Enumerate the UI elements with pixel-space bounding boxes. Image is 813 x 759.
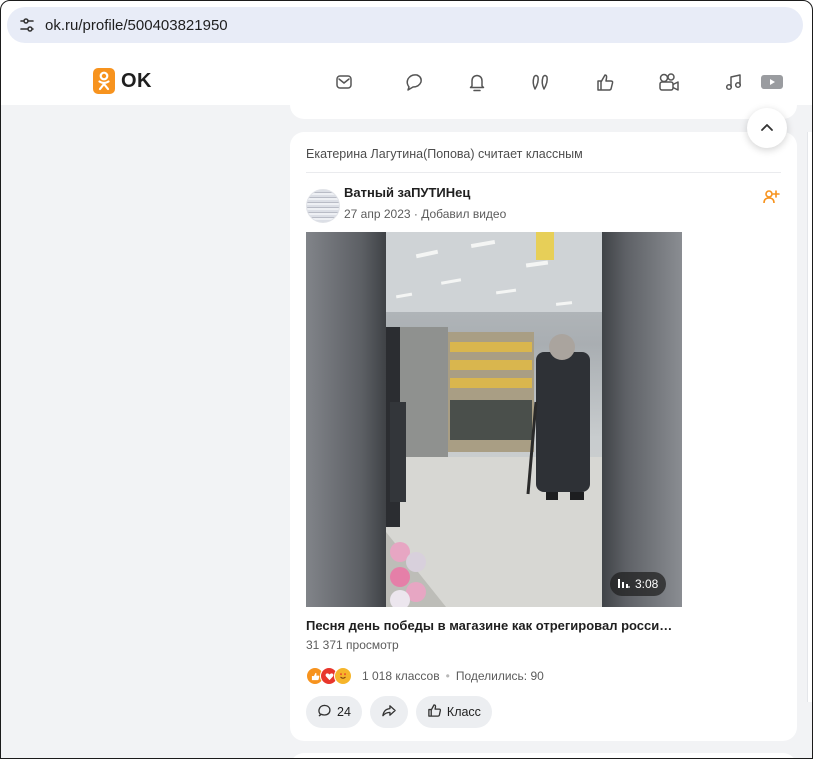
thumbs-up-icon [427,703,442,721]
separator-dot: • [445,669,450,683]
video-duration: 3:08 [635,577,659,591]
video-icon[interactable] [656,69,682,95]
video-views: 31 371 просмотр [306,638,399,652]
guests-icon[interactable] [527,69,553,95]
post-actions: 24 Класс [306,696,492,728]
right-column-edge [807,132,812,702]
address-bar[interactable]: ok.ru/profile/500403821950 [7,7,803,43]
feed-post-card: Екатерина Лагутина(Попова) считает класс… [290,132,797,741]
url-text: ok.ru/profile/500403821950 [45,16,228,34]
reactions-summary[interactable]: 1 018 классов • Поделились: 90 [306,667,544,685]
chevron-up-icon [760,119,774,137]
post-activity-header[interactable]: Екатерина Лагутина(Попова) считает класс… [306,147,583,161]
video-player[interactable]: 3:08 [306,232,682,607]
comments-button[interactable]: 24 [306,696,362,728]
events-icon[interactable] [592,69,618,95]
logo-text: OK [121,69,152,92]
video-title[interactable]: Песня день победы в магазине как отрегир… [306,618,672,633]
messages-icon[interactable] [331,69,357,95]
likes-count[interactable]: 1 018 классов [362,669,440,683]
discussions-icon[interactable] [401,69,427,95]
video-blur-left [306,232,386,607]
bars-icon [618,577,630,591]
notifications-icon[interactable] [464,69,490,95]
love-reaction-icon [334,667,352,685]
next-post-card [290,753,797,758]
like-button-label: Класс [446,705,481,719]
add-friend-icon[interactable] [762,188,780,206]
share-button[interactable] [369,696,408,728]
ok-logo-icon [93,68,115,94]
share-icon [381,703,397,721]
post-meta: 27 апр 2023 · Добавил видео [344,207,507,221]
feed-area: Екатерина Лагутина(Попова) считает класс… [1,103,812,758]
top-navigation: OK [1,57,812,106]
previous-post-card [290,103,797,119]
header-divider [306,172,781,173]
browser-window: ok.ru/profile/500403821950 OK Екатерина … [0,0,813,759]
music-icon[interactable] [721,69,747,95]
comments-count: 24 [337,705,351,719]
like-button[interactable]: Класс [415,696,492,728]
video-duration-badge: 3:08 [610,572,667,596]
scroll-to-top-button[interactable] [747,108,787,148]
tv-icon[interactable] [758,69,786,95]
video-blur-right [602,232,682,607]
shares-count[interactable]: Поделились: 90 [456,669,544,683]
ok-logo[interactable]: OK [93,68,152,94]
avatar[interactable] [306,189,340,223]
author-name[interactable]: Ватный заПУТИНец [344,185,470,200]
tune-icon[interactable] [17,15,37,35]
video-frame [386,232,602,607]
comment-icon [317,703,332,721]
